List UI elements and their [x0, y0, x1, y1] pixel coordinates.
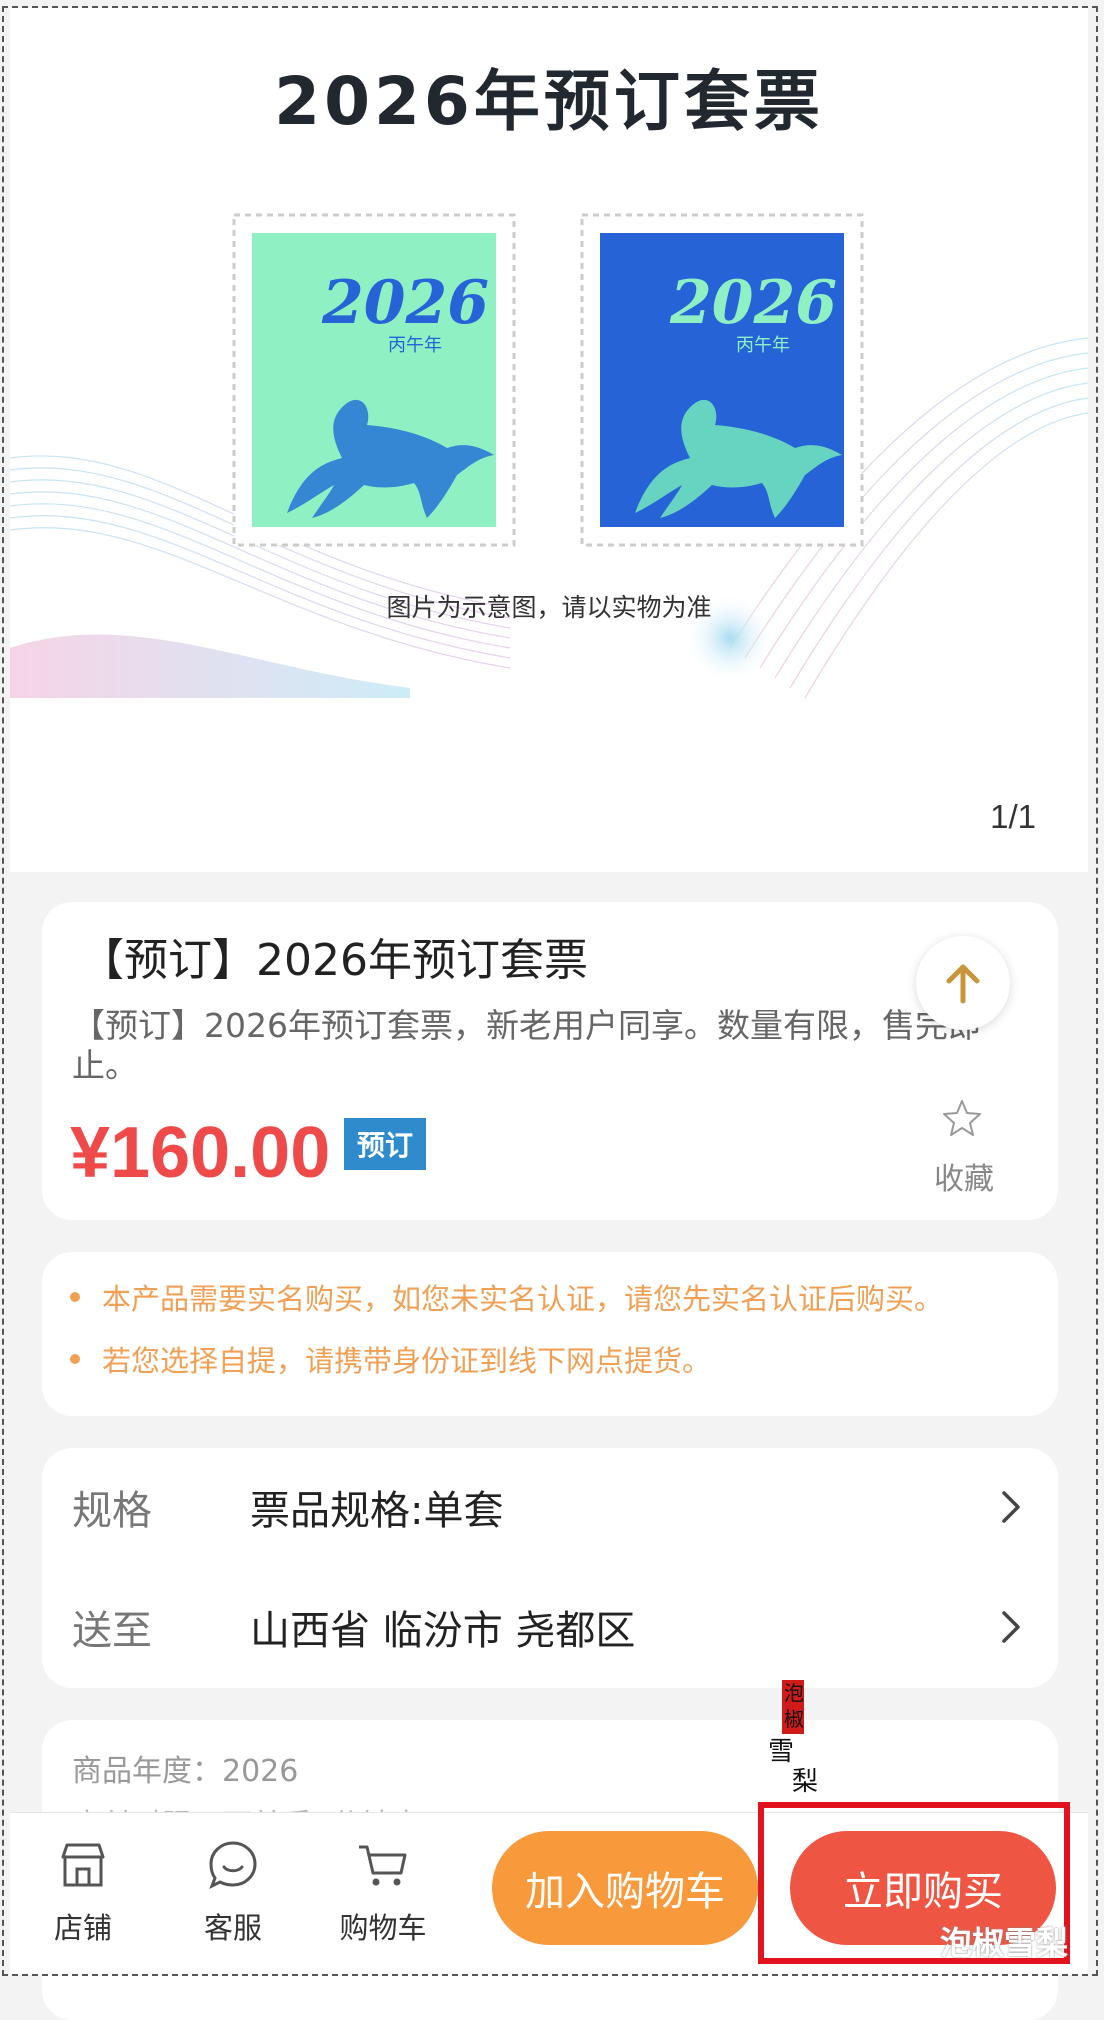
- store-label: 店铺: [53, 1911, 112, 1945]
- product-year: 商品年度：2026: [72, 1754, 299, 1789]
- svg-text:雪: 雪: [768, 1737, 794, 1767]
- product-title: 【预订】2026年预订套票: [80, 935, 588, 986]
- delivery-address-row[interactable]: 送至 山西省 临汾市 尧都区: [42, 1582, 1058, 1672]
- chevron-right-icon: [1002, 1491, 1020, 1523]
- notice-item: 若您选择自提，请携带身份证到线下网点提货。: [70, 1338, 711, 1380]
- watermark-seal: 泡 椒 雪 梨: [768, 1680, 818, 1797]
- product-info-card: 【预订】2026年预订套票 【预订】2026年预订套票，新老用户同享。数量有限，…: [42, 902, 1058, 1220]
- chat-icon: [209, 1841, 257, 1890]
- star-icon[interactable]: [942, 1098, 982, 1138]
- product-price: ¥160.00: [70, 1113, 331, 1193]
- stamp-year-text: 2026: [321, 268, 489, 338]
- chevron-right-icon: [1002, 1611, 1020, 1643]
- favorite-label[interactable]: 收藏: [934, 1154, 994, 1198]
- notice-text: 若您选择自提，请携带身份证到线下网点提货。: [102, 1344, 712, 1378]
- customer-service-button[interactable]: 客服: [178, 1837, 288, 1947]
- purchase-notice-card: 本产品需要实名购买，如您未实名认证，请您先实名认证后购买。 若您选择自提，请携带…: [42, 1252, 1058, 1416]
- spec-value: 票品规格:单套: [250, 1488, 504, 1534]
- store-button[interactable]: 店铺: [28, 1837, 138, 1947]
- stamp-image-green: 2026 丙午年: [232, 213, 516, 547]
- options-card: 规格 票品规格:单套 送至 山西省 临汾市 尧都区: [42, 1448, 1058, 1688]
- stamp-subtitle-text: 丙午年: [388, 335, 442, 356]
- delivery-label: 送至: [72, 1608, 152, 1654]
- scroll-to-top-button[interactable]: [916, 936, 1010, 1030]
- add-to-cart-button[interactable]: 加入购物车: [492, 1831, 758, 1945]
- cart-button[interactable]: 购物车: [328, 1837, 438, 1947]
- watermark-text: 泡椒雪梨: [939, 1924, 1068, 1962]
- stamp-year-text: 2026: [669, 268, 837, 338]
- delivery-value: 山西省 临汾市 尧都区: [250, 1608, 636, 1654]
- hero-title: 2026年预订套票: [274, 63, 824, 140]
- cart-label: 购物车: [339, 1911, 427, 1945]
- service-label: 客服: [203, 1911, 262, 1945]
- product-description: 【预订】2026年预订套票，新老用户同享。数量有限，售完即止。: [72, 1006, 981, 1085]
- store-icon: [61, 1843, 105, 1887]
- notice-item: 本产品需要实名购买，如您未实名认证，请您先实名认证后购买。: [70, 1276, 943, 1318]
- image-disclaimer: 图片为示意图，请以实物为准: [386, 593, 712, 622]
- svg-text:椒: 椒: [784, 1707, 804, 1731]
- notice-text: 本产品需要实名购买，如您未实名认证，请您先实名认证后购买。: [102, 1282, 944, 1316]
- stamp-image-blue: 2026 丙午年: [580, 213, 864, 547]
- product-image-carousel[interactable]: 2026年预订套票 2026 丙午年 2026 丙午年 图片为示意图，请以实物为…: [10, 8, 1088, 872]
- spec-label: 规格: [72, 1488, 152, 1534]
- svg-text:泡: 泡: [784, 1681, 804, 1705]
- svg-text:梨: 梨: [792, 1767, 818, 1797]
- stamp-subtitle-text: 丙午年: [736, 335, 790, 356]
- cart-icon: [359, 1845, 407, 1886]
- image-pager: 1/1: [990, 798, 1036, 835]
- arrow-up-icon: [946, 964, 980, 1004]
- preorder-badge: 预订: [344, 1118, 426, 1170]
- bullet-icon: [70, 1354, 80, 1364]
- spec-selector-row[interactable]: 规格 票品规格:单套: [42, 1462, 1058, 1552]
- bullet-icon: [70, 1292, 80, 1302]
